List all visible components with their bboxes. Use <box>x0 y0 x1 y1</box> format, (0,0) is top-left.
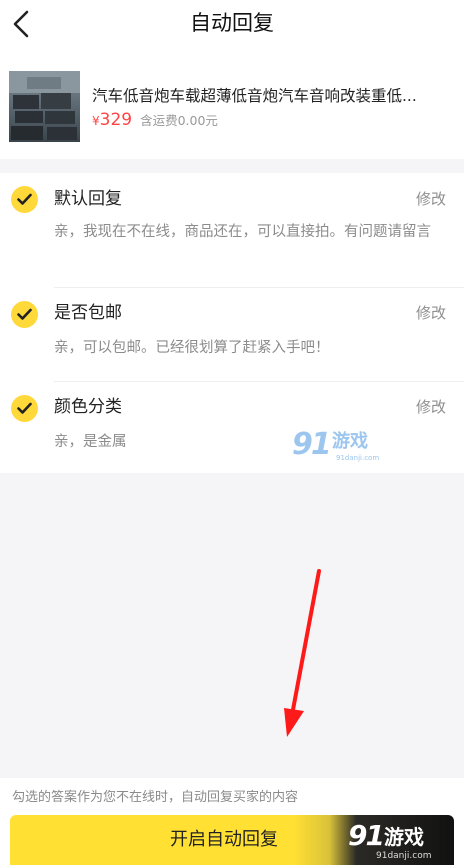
reply-text: 亲，我现在不在线，商品还在，可以直接拍。有问题请留言 <box>54 224 431 240</box>
reply-title: 默认回复 <box>54 189 122 209</box>
edit-button[interactable]: 修改 <box>416 187 446 211</box>
site-logo: 91 游戏 91danji.com <box>340 819 444 863</box>
enable-auto-reply-label: 开启自动回复 <box>170 829 278 850</box>
shipping-cost: 含运费0.00元 <box>140 113 218 128</box>
header-bar: 自动回复 <box>0 0 464 52</box>
check-icon <box>17 308 32 320</box>
reply-title: 颜色分类 <box>54 397 122 417</box>
watermark-url: 91danji.com <box>336 454 380 462</box>
reply-checkbox[interactable] <box>11 301 38 328</box>
product-title[interactable]: 汽车低音炮车载超薄低音炮汽车音响改装重低... <box>92 85 454 107</box>
price-row: ¥329 含运费0.00元 <box>92 108 218 133</box>
site-logo-name: 游戏 <box>384 825 424 849</box>
reply-checkbox[interactable] <box>11 395 38 422</box>
divider <box>54 287 464 288</box>
red-arrow-annotation <box>284 569 321 737</box>
watermark-logo-name: 游戏 <box>332 431 368 452</box>
divider <box>54 381 464 382</box>
footer: 勾选的答案作为您不在线时，自动回复买家的内容 开启自动回复 91 游戏 91da… <box>0 778 464 866</box>
enable-auto-reply-button[interactable]: 开启自动回复 91 游戏 91danji.com <box>10 815 454 865</box>
edit-button[interactable]: 修改 <box>416 395 446 419</box>
price-symbol: ¥ <box>92 114 100 128</box>
reply-checkbox[interactable] <box>11 186 38 213</box>
watermark-logo: 91 游戏 91danji.com <box>292 427 392 467</box>
watermark-logo-number: 91 <box>292 427 332 462</box>
reply-title: 是否包邮 <box>54 303 122 323</box>
auto-reply-list: 默认回复 修改 亲，我现在不在线，商品还在，可以直接拍。有问题请留言 是否包邮 … <box>0 173 464 473</box>
reply-text: 亲，可以包邮。已经很划算了赶紧入手吧！ <box>54 340 330 356</box>
edit-button[interactable]: 修改 <box>416 301 446 325</box>
product-thumbnail[interactable] <box>9 71 80 142</box>
reply-text: 亲，是金属 <box>54 434 127 450</box>
site-logo-number: 91 <box>348 819 385 852</box>
footer-note: 勾选的答案作为您不在线时，自动回复买家的内容 <box>12 790 299 805</box>
site-logo-url: 91danji.com <box>376 851 432 861</box>
product-card[interactable]: 汽车低音炮车载超薄低音炮汽车音响改装重低... ¥329 含运费0.00元 <box>0 52 464 159</box>
page-title: 自动回复 <box>190 11 274 35</box>
check-icon <box>17 402 32 414</box>
product-price: 329 <box>99 110 133 130</box>
check-icon <box>17 193 32 205</box>
